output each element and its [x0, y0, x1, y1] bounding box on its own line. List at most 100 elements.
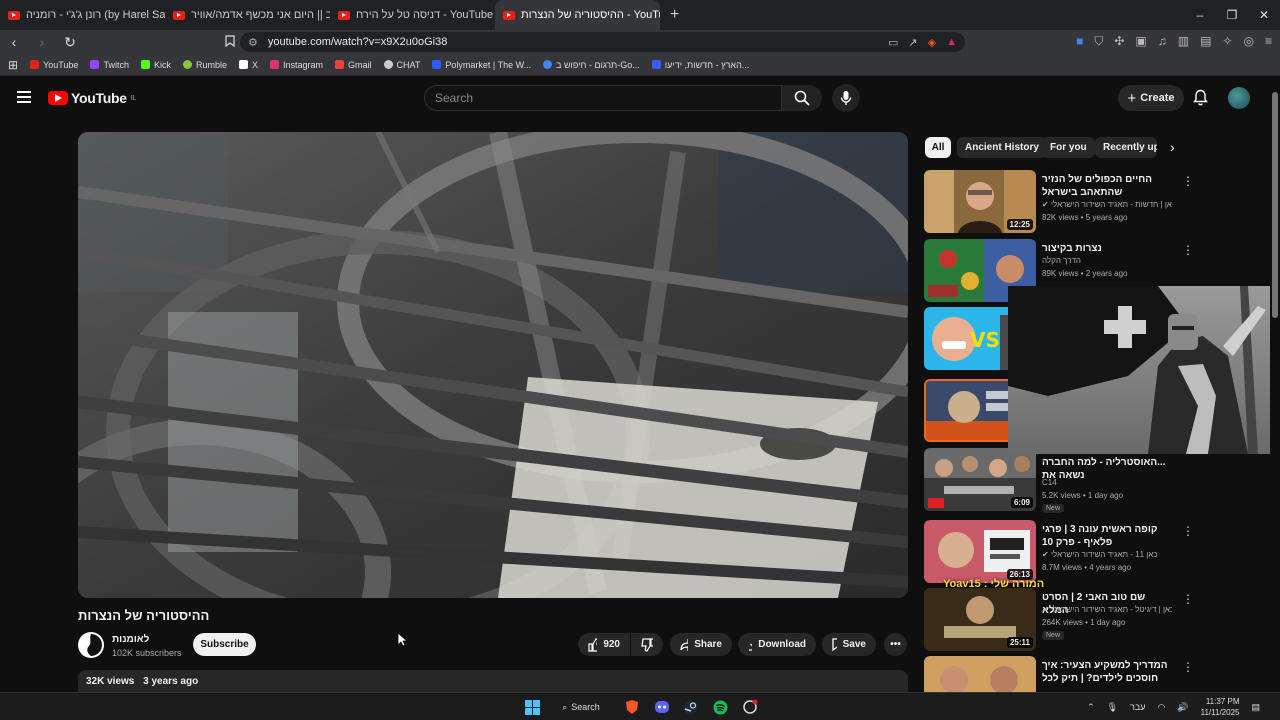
recommendation-title[interactable]: קופה ראשית עונה 3 | פרגי פלאיף - פרק 10	[1042, 523, 1168, 549]
bookmark-x[interactable]: X	[238, 60, 258, 70]
recommendation-title[interactable]: החיים הכפולים של הנזיר שהתאהב בישראל	[1042, 173, 1168, 199]
share-button[interactable]: Share	[670, 633, 732, 656]
recommendation-item[interactable]: 6:09 ...האוסטרליה - למה החברה נשאה את C1…	[924, 448, 1264, 513]
apps-grid-icon[interactable]: ⊞	[8, 58, 18, 72]
brave-shield-icon[interactable]: ◈	[928, 36, 936, 49]
bookmark-chat[interactable]: CHAT	[383, 60, 420, 70]
kebab-menu-icon[interactable]: ⋮	[1182, 660, 1194, 674]
dislike-button[interactable]	[631, 633, 663, 656]
wallet-icon[interactable]: ▤	[1200, 34, 1211, 49]
hamburger-menu-icon[interactable]	[17, 91, 31, 103]
back-icon[interactable]: ‹	[6, 34, 22, 50]
save-button[interactable]: Save	[822, 633, 876, 656]
reload-icon[interactable]: ↻	[62, 34, 78, 51]
bookmark-youtube[interactable]: YouTube	[30, 60, 78, 70]
video-thumbnail[interactable]: 6:09	[924, 448, 1036, 511]
channel-name[interactable]: לאומנות	[112, 634, 149, 645]
wifi-icon[interactable]: ◠	[1158, 702, 1166, 713]
bookmark-instagram[interactable]: Instagram	[270, 60, 323, 70]
recommendation-title[interactable]: נצרות בקיצור	[1042, 242, 1168, 255]
chip-ancient-history[interactable]: Ancient History	[957, 137, 1047, 158]
app-icon[interactable]	[742, 698, 758, 716]
address-bar[interactable]: ⚙ youtube.com/watch?v=x9X2u0oGi38 ▭ ↗ ◈ …	[240, 32, 965, 52]
chip-for-you[interactable]: For you	[1042, 137, 1095, 158]
recommendation-channel[interactable]: C14	[1042, 478, 1172, 487]
sidebar-icon[interactable]: ▥	[1178, 34, 1189, 49]
video-thumbnail[interactable]: 12:25	[924, 170, 1036, 233]
spotify-icon[interactable]	[712, 698, 728, 716]
like-button[interactable]: 920	[578, 633, 630, 656]
windows-start-icon[interactable]	[524, 698, 540, 716]
bookmark-twitch[interactable]: Twitch	[90, 60, 129, 70]
kebab-menu-icon[interactable]: ⋮	[1182, 592, 1194, 606]
scrollbar-thumb[interactable]	[1272, 92, 1278, 318]
puzzle-extension-icon[interactable]: ✣	[1114, 34, 1124, 49]
clock[interactable]: 11:37 PM 11/11/2025	[1201, 696, 1240, 718]
chevron-right-icon[interactable]: ›	[1170, 139, 1175, 155]
bookmark-haaretz[interactable]: הארץ - חדשות, ידיעו...	[651, 60, 749, 70]
video-player[interactable]	[78, 132, 908, 598]
video-thumbnail[interactable]	[924, 656, 1036, 692]
close-window-button[interactable]: ✕	[1248, 8, 1280, 22]
create-button[interactable]: + Create	[1118, 85, 1184, 111]
browser-tab[interactable]: לייב || היום אני מכשף אדמה/אוויר	[165, 0, 330, 30]
account-avatar[interactable]	[1228, 87, 1250, 109]
recommendation-channel[interactable]: ✔ כאן | חדשות - תאגיד השידור הישראלי	[1042, 200, 1172, 209]
microphone-tray-icon[interactable]: 🎙	[1107, 702, 1118, 713]
bookmark-rumble[interactable]: Rumble	[182, 60, 227, 70]
youtube-logo[interactable]: YouTube IL	[48, 90, 136, 106]
kebab-menu-icon[interactable]: ⋮	[1182, 524, 1194, 538]
recommendation-channel[interactable]: הדרך הקלה	[1042, 256, 1172, 265]
site-info-icon[interactable]: ⚙	[248, 36, 258, 49]
page-scrollbar[interactable]	[1270, 78, 1280, 692]
recommendation-item[interactable]: המדריך למשקיע הצעיר: איך חוסכים לילדים? …	[924, 656, 1264, 692]
recommendation-item[interactable]: 26:13 קופה ראשית עונה 3 | פרגי פלאיף - פ…	[924, 520, 1264, 584]
new-tab-button[interactable]: +	[660, 6, 689, 24]
recommendation-item[interactable]: 25:11 שם טוב האבי 2 | הסרט המלא ✔ כאן | …	[924, 588, 1264, 652]
kebab-menu-icon[interactable]: ⋮	[1182, 174, 1194, 188]
shield-extension-icon[interactable]: ⛉	[1094, 34, 1103, 49]
discord-icon[interactable]	[654, 698, 670, 716]
language-indicator[interactable]: עבר	[1130, 702, 1145, 712]
brave-browser-icon[interactable]	[624, 698, 640, 716]
volume-icon[interactable]: 🔊	[1177, 702, 1188, 713]
video-thumbnail[interactable]: 26:13	[924, 520, 1036, 583]
notifications-bell-icon[interactable]	[1193, 89, 1208, 111]
chip-recently-uploaded[interactable]: Recently uploaded	[1095, 137, 1157, 158]
chip-all[interactable]: All	[925, 137, 951, 158]
more-actions-button[interactable]: •••	[884, 633, 907, 656]
download-button[interactable]: Download	[738, 633, 816, 656]
browser-tab-active[interactable]: ההיסטוריה של הנצרות - YouTube✕	[495, 0, 660, 30]
bookmark-icon[interactable]	[222, 34, 238, 50]
recommendation-item[interactable]: 12:25 החיים הכפולים של הנזיר שהתאהב בישר…	[924, 170, 1264, 234]
kebab-menu-icon[interactable]: ⋮	[1182, 243, 1194, 257]
notification-icon[interactable]: ▤	[1251, 702, 1260, 713]
cast-icon[interactable]: ▭	[888, 36, 898, 49]
maximize-button[interactable]: ❐	[1216, 8, 1248, 22]
bookmark-polymarket[interactable]: Polymarket | The W...	[432, 60, 531, 70]
menu-icon[interactable]: ≡	[1265, 34, 1272, 49]
recommendation-title[interactable]: המדריך למשקיע הצעיר: איך חוסכים לילדים? …	[1042, 659, 1168, 686]
bookmark-kick[interactable]: Kick	[140, 60, 171, 70]
media-icon[interactable]: ♫	[1158, 34, 1167, 49]
forward-icon[interactable]: ›	[34, 34, 50, 50]
channel-avatar[interactable]	[78, 632, 104, 658]
recommendation-channel[interactable]: ✔ כאן | דיגיטל - תאגיד השידור הישראלי	[1042, 605, 1172, 614]
minimize-button[interactable]: –	[1184, 8, 1216, 22]
subscribe-button[interactable]: Subscribe	[193, 633, 256, 656]
share-page-icon[interactable]: ↗	[908, 36, 917, 49]
taskbar-search[interactable]: ⌕ Search	[556, 698, 606, 716]
browser-tab[interactable]: רונן ג'ג'י - רומניה (by Harel Sandrusi)	[0, 0, 165, 30]
leo-ai-icon[interactable]: ✧	[1222, 34, 1232, 49]
vpn-extension-icon[interactable]: ■	[1076, 34, 1083, 49]
vpn-icon[interactable]: ◎	[1244, 34, 1254, 49]
search-input[interactable]: Search	[424, 85, 782, 111]
voice-search-button[interactable]	[832, 84, 860, 112]
search-button[interactable]	[782, 85, 822, 111]
chevron-up-icon[interactable]: ⌃	[1087, 702, 1095, 713]
video-thumbnail[interactable]: 25:11	[924, 588, 1036, 651]
screenshot-extension-icon[interactable]: ▣	[1135, 34, 1146, 49]
recommendation-channel[interactable]: ✔ כאן 11 - תאגיד השידור הישראלי	[1042, 550, 1172, 559]
brave-rewards-icon[interactable]: ▲	[946, 36, 957, 49]
bookmark-google-translate[interactable]: תרגום - חיפוש ב-Go...	[543, 60, 640, 70]
